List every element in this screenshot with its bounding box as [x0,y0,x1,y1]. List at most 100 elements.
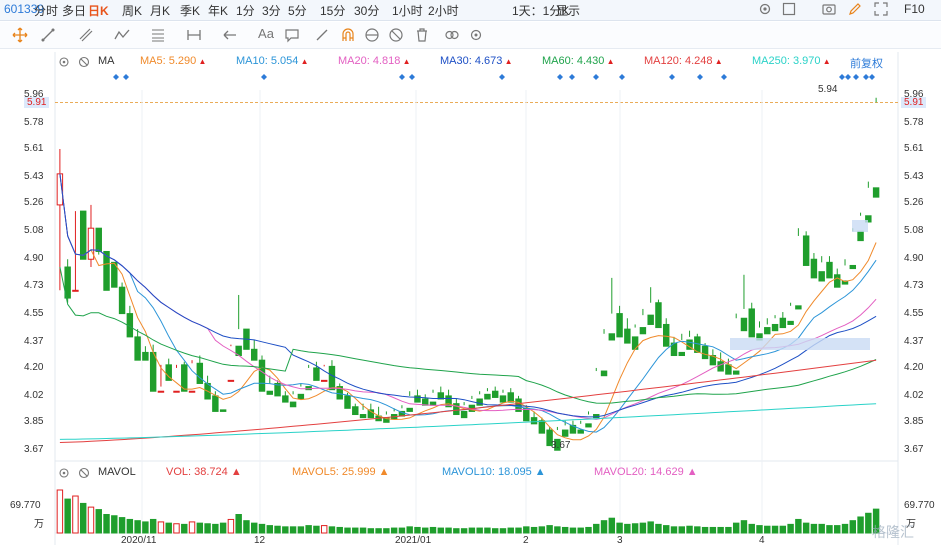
current-price-left: 5.91 [24,97,50,108]
candle-body [173,390,180,393]
volume-bar [701,526,709,534]
candle-body [624,328,631,344]
volume-bar [818,523,825,534]
candle-body [157,390,165,393]
vol-hide-icon[interactable] [78,467,90,479]
volume-bar [779,525,787,534]
event-marker [409,74,415,80]
event-marker [853,74,859,80]
candle-body [118,286,126,315]
vol-settings-icon[interactable] [58,467,70,479]
ma-legend-item: MA60: 4.430 ▲ [542,55,615,67]
ma-legend-item: MA5: 5.290 ▲ [140,55,207,67]
x-tick-label: 12 [254,535,266,546]
volume-bar [631,523,639,534]
price-tick-left: 5.78 [24,116,44,128]
event-marker [721,74,727,80]
volume-bar [196,522,204,534]
event-marker [863,74,869,80]
candle-body [422,398,429,406]
volume-bar [538,526,546,534]
candle-body [289,401,297,408]
volume-bar [499,528,507,534]
vol-axis-top-right: 69.770 [904,500,935,511]
volume-bar [165,522,172,534]
volume-bar [251,522,258,534]
volume-bar [468,527,476,534]
candle-body [748,308,755,338]
volume-bar [709,526,717,534]
volume-bar [600,520,608,534]
volume-bar [554,526,561,534]
ma-line [59,173,877,441]
candle-body [258,359,266,392]
candle-body [313,367,320,381]
volume-bar [530,526,538,534]
volume-bar [460,528,468,534]
candle-body [266,390,273,395]
kline-chart[interactable] [0,0,941,547]
volume-bar [764,525,771,534]
candle-body [320,379,328,382]
volume-bar [142,521,149,534]
candle-body [227,379,235,382]
volume-bar [507,527,514,534]
event-marker [869,74,875,80]
volume-bar [149,518,157,534]
candle-body [72,289,79,292]
volume-bar [802,522,810,534]
price-tick-right: 5.61 [904,143,924,154]
volume-bar [181,523,188,534]
volume-bar [126,518,134,534]
volume-bar [639,522,647,534]
volume-bar [87,506,95,534]
volume-bar [748,523,755,534]
volume-bar [243,520,250,534]
volume-bar [328,526,336,534]
price-tick-right: 5.78 [904,116,924,128]
candle-body [740,317,748,332]
watermark: 格隆汇 [872,524,914,540]
volume-bar [608,517,616,534]
volume-bar [118,517,126,534]
volume-bar [429,526,437,534]
volume-bar [79,502,87,534]
candle-body [476,398,483,406]
volume-bar [577,527,584,534]
price-tick-right: 3.67 [904,444,924,456]
event-marker [669,74,675,80]
vol-legend-name: MAVOL [98,466,136,478]
price-tick-left: 4.73 [24,279,44,291]
volume-bar [219,522,227,534]
event-marker [845,74,851,80]
volume-bar [849,520,857,534]
candle-body [732,370,740,375]
ma-legend-item: MA250: 3.970 ▲ [752,55,831,67]
price-tick-right: 3.85 [904,416,924,428]
candle-body [717,361,724,372]
volume-bar [282,526,289,534]
volume-bar [266,525,273,534]
candle-body [779,317,787,329]
candle-body [639,327,647,335]
event-marker [399,74,405,80]
price-tick-left: 5.26 [24,197,44,209]
event-marker [557,74,563,80]
x-tick-label: 2 [523,535,529,546]
volume-bar [157,521,165,534]
event-marker [697,74,703,80]
volume-bar [313,525,320,534]
price-tick-left: 5.43 [24,170,44,182]
vol-legend-item: VOL: 38.724 ▲ [166,466,242,478]
volume-bar [515,527,522,534]
volume-bar [717,526,724,534]
volume-bar [336,526,343,534]
x-tick-label: 3 [617,535,623,546]
candle-body [530,417,538,425]
volume-bar [476,527,483,534]
price-tick-left: 5.61 [24,143,44,154]
x-tick-label: 4 [759,535,765,546]
candle-body [328,365,336,391]
price-tick-left: 5.08 [24,225,44,237]
candle-body [647,314,654,325]
